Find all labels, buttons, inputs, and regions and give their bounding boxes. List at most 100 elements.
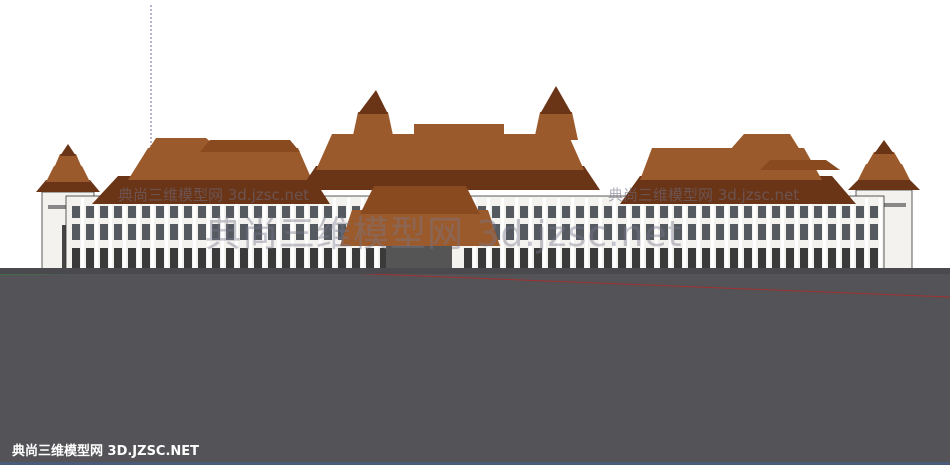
footer-watermark: 典尚三维模型网 3D.JZSC.NET [12,444,200,459]
window [786,206,794,218]
window [702,248,710,270]
window [758,206,766,218]
pilaster [165,198,168,270]
pilaster [739,198,742,270]
watermark-text: 典尚三维模型网 3d.jzsc.net [608,186,800,204]
pilaster [711,198,714,270]
window [114,224,122,240]
window [156,248,164,270]
window [730,206,738,218]
window [100,206,108,218]
pilaster [795,198,798,270]
window [114,206,122,218]
window [814,206,822,218]
window [828,248,836,270]
window [170,248,178,270]
window [744,248,752,270]
window [702,224,710,240]
window [156,224,164,240]
window [100,248,108,270]
pilaster [879,198,882,270]
window [716,248,724,270]
window [828,224,836,240]
window [730,224,738,240]
pilaster [753,198,756,270]
window [114,248,122,270]
window [72,224,80,240]
pilaster [193,198,196,270]
window [800,248,808,270]
window [688,248,696,270]
window [716,224,724,240]
window [702,206,710,218]
window [842,206,850,218]
pilaster [109,198,112,270]
window [184,206,192,218]
pilaster [851,198,854,270]
window [842,248,850,270]
window [184,224,192,240]
pilaster [809,198,812,270]
window [156,206,164,218]
window [170,206,178,218]
window [744,224,752,240]
window [814,248,822,270]
window [828,206,836,218]
pilaster [725,198,728,270]
window [688,224,696,240]
window [842,224,850,240]
window [856,206,864,218]
window [688,206,696,218]
window [100,224,108,240]
window [800,224,808,240]
window [772,248,780,270]
window [856,224,864,240]
pilaster [81,198,84,270]
window [142,248,150,270]
window [170,224,178,240]
window [184,248,192,270]
window [786,248,794,270]
pilaster [137,198,140,270]
window [870,248,878,270]
pilaster [683,198,686,270]
window [870,206,878,218]
window [758,248,766,270]
window [86,248,94,270]
window [72,206,80,218]
window [814,224,822,240]
watermark-text-large: 典尚三维模型网 3d.jzsc.net [205,214,683,255]
window [142,224,150,240]
window [86,206,94,218]
window [856,248,864,270]
pilaster [823,198,826,270]
pilaster [837,198,840,270]
pilaster [151,198,154,270]
watermark-text: 典尚三维模型网 3d.jzsc.net [118,186,310,204]
ground-plane [0,268,950,465]
window [128,224,136,240]
window [744,206,752,218]
window [772,206,780,218]
pilaster [123,198,126,270]
building-base-shadow [0,268,950,274]
window [800,206,808,218]
window [786,224,794,240]
pilaster [697,198,700,270]
modeling-viewport[interactable]: 典尚三维模型网 3d.jzsc.net 典尚三维模型网 3d.jzsc.net … [0,0,950,465]
pilaster [95,198,98,270]
pilaster [865,198,868,270]
window [758,224,766,240]
window [128,248,136,270]
window [772,224,780,240]
window [128,206,136,218]
window [72,248,80,270]
pilaster [767,198,770,270]
window [730,248,738,270]
window [142,206,150,218]
pilaster [179,198,182,270]
window [870,224,878,240]
pilaster [781,198,784,270]
window [86,224,94,240]
window [716,206,724,218]
